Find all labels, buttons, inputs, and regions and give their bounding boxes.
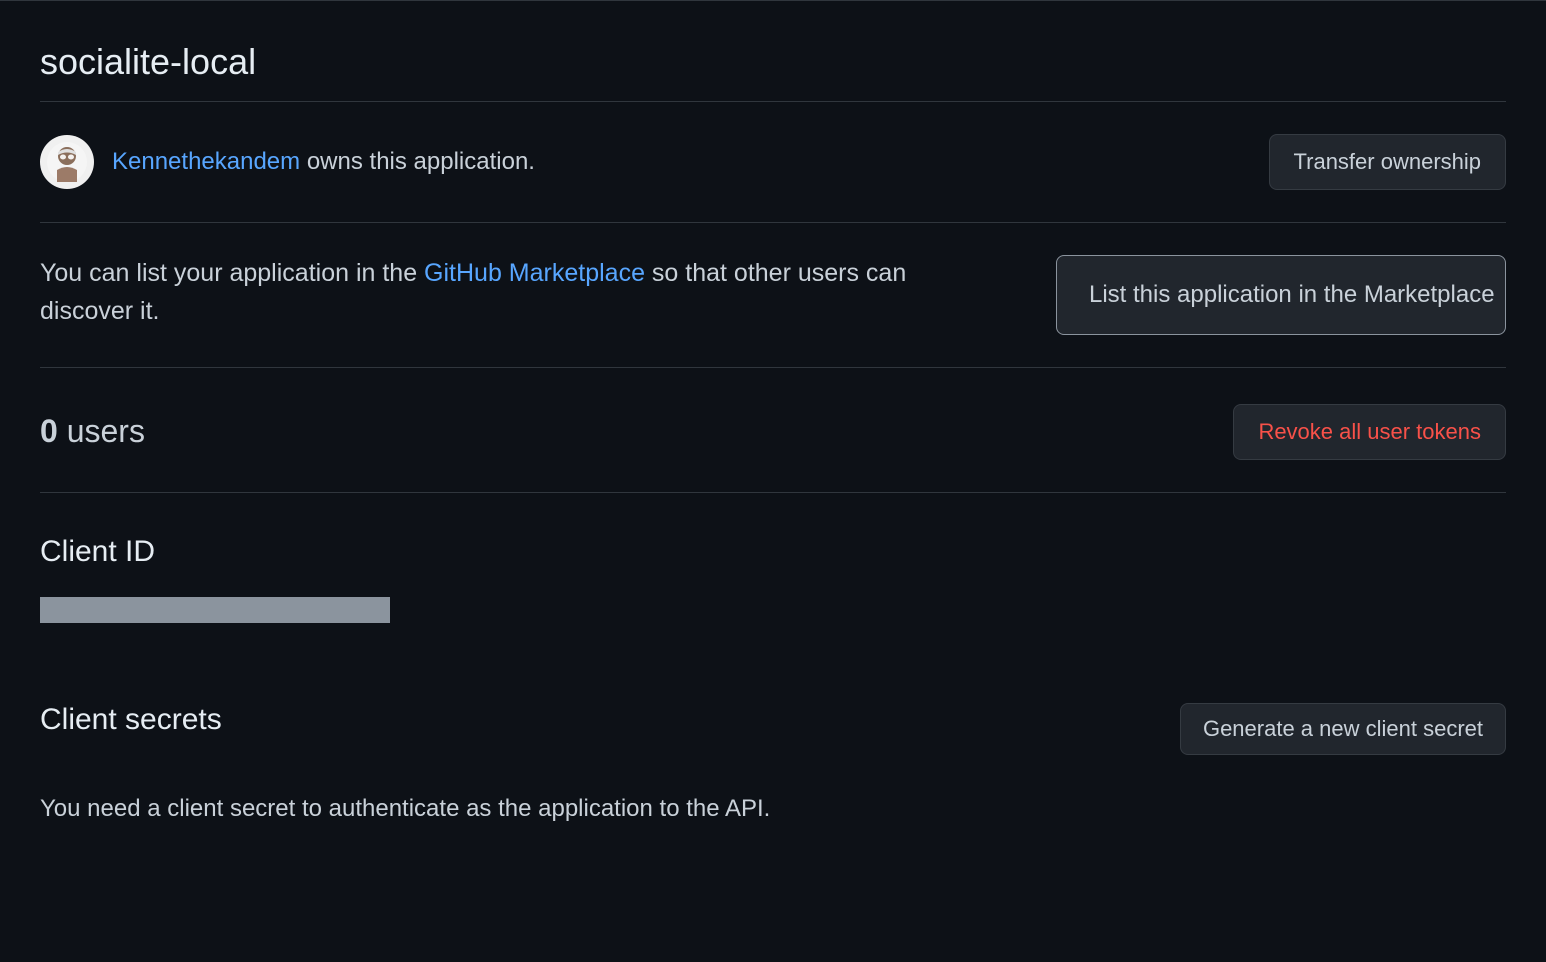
owner-link[interactable]: Kennethekandem [112,148,300,175]
client-id-section: Client ID [40,535,1506,623]
users-count-number: 0 [40,413,58,449]
owner-section: Kennethekandem owns this application. Tr… [40,134,1506,223]
revoke-all-tokens-button[interactable]: Revoke all user tokens [1233,404,1506,460]
users-count: 0 users [40,413,145,450]
avatar[interactable] [40,135,94,189]
client-id-heading: Client ID [40,535,1506,569]
marketplace-text-prefix: You can list your application in the [40,259,424,287]
client-secrets-header: Client secrets Generate a new client sec… [40,703,1506,765]
client-id-value-redacted [40,597,390,623]
owns-application-text: owns this application. [300,148,535,175]
list-in-marketplace-button[interactable]: List this application in the Marketplace [1056,255,1506,335]
client-secrets-heading: Client secrets [40,703,222,737]
marketplace-description: You can list your application in the Git… [40,255,940,330]
users-section: 0 users Revoke all user tokens [40,404,1506,493]
avatar-icon [47,142,87,182]
page-title: socialite-local [40,41,1506,102]
users-label: users [58,413,145,449]
client-secret-helper-text: You need a client secret to authenticate… [40,795,1506,823]
generate-client-secret-button[interactable]: Generate a new client secret [1180,703,1506,755]
owner-info: Kennethekandem owns this application. [40,135,535,189]
marketplace-section: You can list your application in the Git… [40,255,1506,368]
github-marketplace-link[interactable]: GitHub Marketplace [424,259,645,287]
owner-text: Kennethekandem owns this application. [112,148,535,176]
transfer-ownership-button[interactable]: Transfer ownership [1269,134,1506,190]
